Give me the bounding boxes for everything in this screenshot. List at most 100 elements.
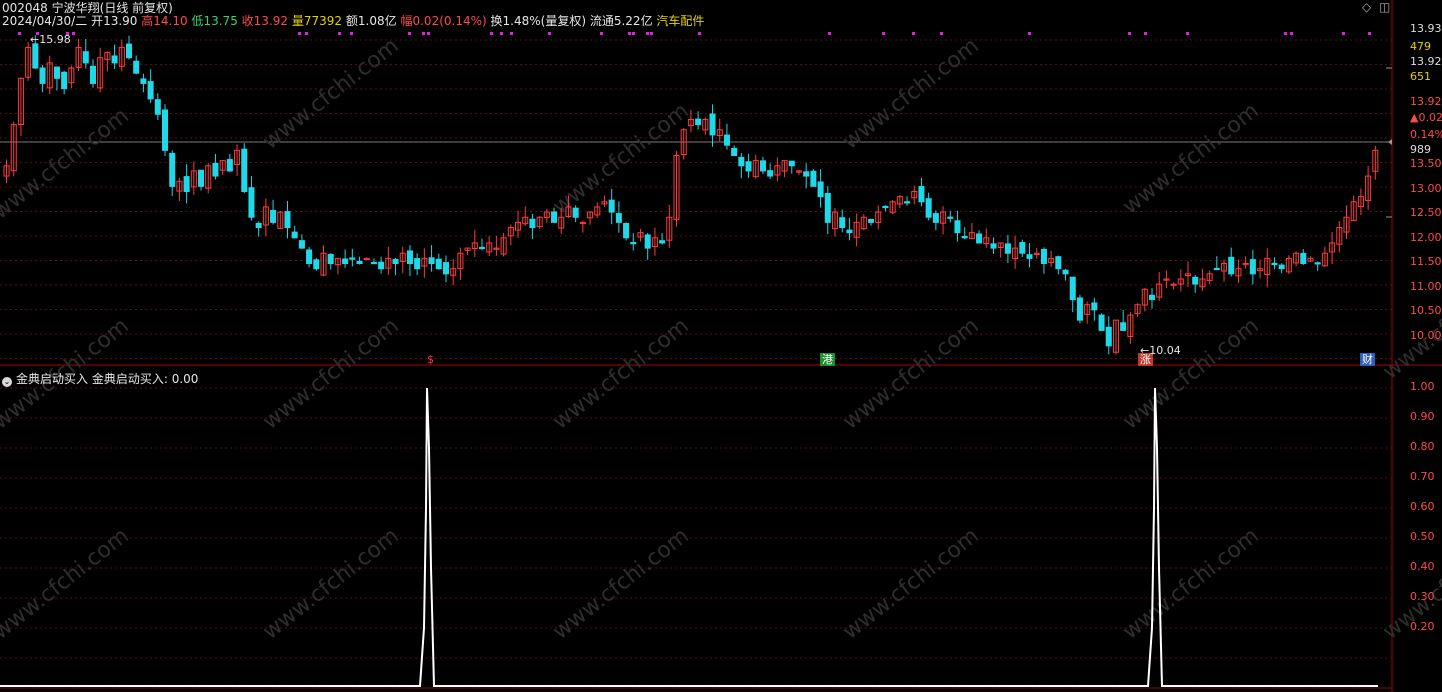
candle-body — [1213, 267, 1220, 271]
candle-body — [61, 71, 68, 90]
candle-body — [947, 216, 954, 219]
event-flag-finance[interactable]: 财 — [1360, 353, 1375, 366]
signal-dot — [18, 32, 21, 35]
signal-dot — [305, 32, 308, 35]
candle-body — [1062, 269, 1069, 275]
candle-body — [644, 234, 651, 249]
turnover-value: 换1.48%(量复权) — [490, 14, 587, 28]
candle-body — [313, 259, 320, 270]
indicator-tick-label: 0.30 — [1410, 590, 1435, 603]
indicator-tick-label: 0.60 — [1410, 500, 1435, 513]
watermark-text: www.cfchi.com — [0, 103, 134, 224]
candle-body — [428, 257, 435, 265]
candle-body — [342, 258, 349, 265]
candle-body — [925, 198, 932, 218]
candle-body — [140, 78, 147, 84]
candle-body — [147, 81, 154, 100]
candle-body — [1105, 326, 1112, 347]
candle-body — [53, 66, 60, 79]
indicator-tick-label: 0.20 — [1410, 620, 1435, 633]
candle-body — [904, 201, 911, 204]
candle-body — [846, 229, 853, 234]
candle-body — [1278, 264, 1285, 270]
event-flag-hk[interactable]: 港 — [820, 353, 835, 366]
watermark-text: www.cfchi.com — [548, 98, 693, 219]
candle-body — [327, 253, 334, 265]
window-toggle-icon[interactable]: ◫ — [1379, 0, 1390, 14]
price-tick-label: 12.50 — [1410, 206, 1442, 219]
candle-body — [1019, 242, 1026, 254]
open-value: 13.90 — [103, 14, 138, 28]
chart-canvas[interactable]: www.cfchi.com www.cfchi.com www.cfchi.com w… — [0, 0, 1442, 692]
price-side-label: 651 — [1410, 70, 1431, 83]
watermark-text: www.cfchi.com — [0, 523, 134, 644]
signal-dot — [72, 32, 75, 35]
candle-body — [918, 185, 925, 203]
float-shares: 流通5.22亿 — [589, 14, 653, 28]
low-marker-label: ←10.04 — [1140, 344, 1181, 357]
candle-body — [392, 258, 399, 265]
candle-body — [615, 213, 622, 223]
candle-body — [817, 181, 824, 198]
candle-body — [32, 43, 39, 69]
candle-body — [976, 233, 983, 244]
candle-body — [759, 160, 766, 172]
watermark-text: www.cfchi.com — [838, 523, 983, 644]
change-value: 0.02(0.14%) — [412, 14, 487, 28]
price-side-label: 13.93 — [1410, 22, 1442, 35]
price-tick-label: 10.50 — [1410, 304, 1442, 317]
candle-body — [1004, 243, 1011, 254]
price-tick-label: 11.00 — [1410, 279, 1442, 293]
signal-dot — [828, 32, 831, 35]
price-side-label: 0.14% — [1410, 128, 1442, 141]
signal-dot — [1368, 32, 1371, 35]
signal-dot — [338, 32, 341, 35]
candle-body — [248, 187, 255, 218]
sector-link[interactable]: 汽车配件 — [656, 14, 704, 28]
candle-body — [745, 161, 752, 172]
signal-dot — [298, 32, 301, 35]
event-flag-dividend[interactable]: $ — [425, 353, 436, 366]
watermark-text: www.cfchi.com — [258, 33, 403, 154]
indicator-tick-label: 0.80 — [1410, 440, 1435, 453]
candle-body — [291, 231, 298, 239]
watermark-text: www.cfchi.com — [838, 33, 983, 154]
candle-body — [270, 209, 277, 223]
candle-body — [1098, 314, 1105, 331]
collapse-icon[interactable]: ⌄ — [2, 377, 12, 387]
candle-body — [183, 176, 190, 192]
candle-body — [1148, 294, 1156, 301]
signal-dot — [1028, 32, 1031, 35]
indicator-name[interactable]: 金典启动买入 — [16, 372, 88, 386]
indicator-tick-label: 1.00 — [1410, 380, 1435, 393]
signal-dot — [1128, 32, 1131, 35]
candle-body — [255, 222, 262, 229]
candle-body — [767, 170, 774, 177]
candle-body — [572, 207, 579, 218]
quote-info-bar: 2024/04/30/二 开13.90 高14.10 低13.75 收13.92… — [2, 14, 705, 28]
watermark-text: www.cfchi.com — [258, 313, 403, 434]
stock-title-bar: 002048 宁波华翔(日线 前复权) — [2, 1, 173, 15]
candle-body — [1076, 297, 1083, 321]
price-side-label: 989 — [1410, 143, 1431, 156]
candle-body — [89, 65, 96, 84]
candle-body — [435, 258, 442, 270]
candle-body — [1228, 256, 1235, 275]
candle-body — [695, 118, 702, 126]
signal-dot — [350, 32, 353, 35]
candle-body — [1192, 276, 1199, 285]
diamond-icon[interactable]: ◇ — [1362, 0, 1371, 14]
chart-period[interactable]: (日线 前复权) — [100, 1, 173, 15]
candle-body — [241, 148, 248, 192]
candle-body — [442, 262, 449, 275]
watermark-text: www.cfchi.com — [1118, 313, 1263, 434]
candle-body — [882, 205, 889, 209]
signal-dot — [882, 32, 885, 35]
candle-body — [731, 147, 738, 156]
signal-dot — [1342, 32, 1345, 35]
signal-dot — [422, 32, 425, 35]
signal-dot — [427, 32, 430, 35]
price-side-label: ▲0.02 — [1410, 111, 1442, 124]
candle-body — [169, 152, 176, 187]
candle-body — [1069, 276, 1076, 301]
